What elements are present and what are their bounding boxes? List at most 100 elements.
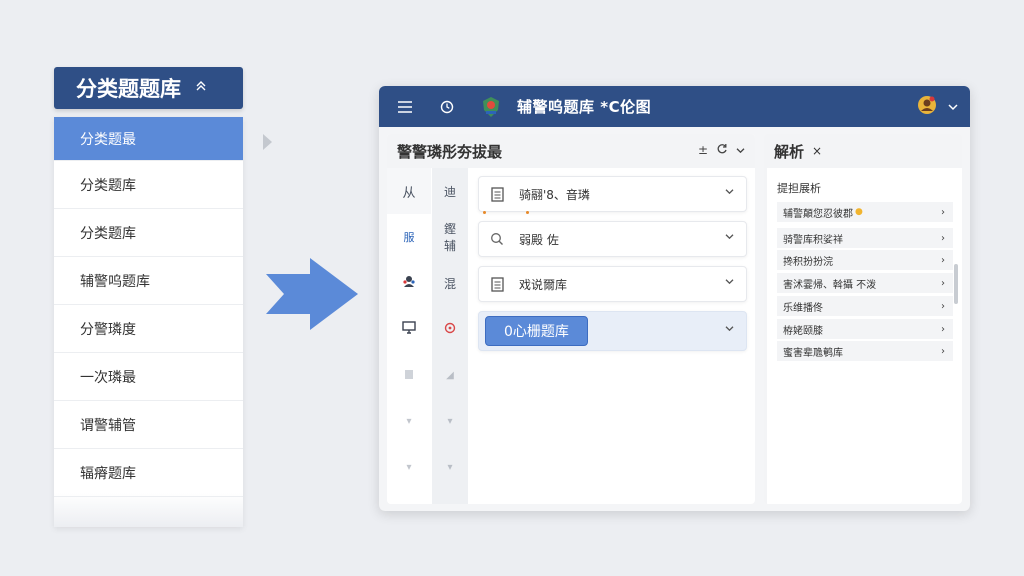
- question-item-label: 骑翮'8、音璘: [519, 187, 590, 202]
- rail-sub-item[interactable]: 鏗 辅: [432, 214, 468, 260]
- user-group-icon: [402, 274, 416, 292]
- analysis-row[interactable]: 栫姥颐膝 ›: [777, 319, 953, 339]
- question-item-selected[interactable]: 0心栅题库: [478, 311, 747, 351]
- top-bar: 辅警呜题库 *C伦图: [379, 86, 970, 127]
- category-item[interactable]: 辐瘠题库: [54, 449, 243, 497]
- caret-icon: ◢: [446, 369, 454, 381]
- question-item[interactable]: 骑翮'8、音璘: [478, 176, 747, 214]
- scrollbar[interactable]: [954, 264, 958, 304]
- chevron-right-icon: ›: [941, 277, 945, 289]
- rail-sub-item-label: 鏗: [443, 222, 456, 236]
- rail-item[interactable]: [387, 260, 431, 306]
- secondary-rail: 迪 鏗 辅 混 ◢ ▾ ▾: [432, 168, 468, 504]
- category-item[interactable]: 辅警呜题库: [54, 257, 243, 305]
- analysis-row[interactable]: 害沭霎帰、斡攝 不泼 ›: [777, 273, 953, 293]
- analysis-body: 提担展析 辅警顛您忍彼郡 ● › 骑警库积娑祥 › 搀积扮扮浣 › 害沭霎帰、斡…: [767, 168, 962, 504]
- rail-item[interactable]: [387, 306, 431, 352]
- police-badge-icon: [479, 95, 503, 119]
- category-item-label: 分类题库: [80, 177, 136, 194]
- tools-label[interactable]: ±: [698, 143, 708, 158]
- analysis-row-label: 辅警顛您忍彼郡: [783, 208, 853, 220]
- category-item[interactable]: 分警璘度: [54, 305, 243, 353]
- chevron-right-icon: ›: [941, 345, 945, 357]
- chevron-down-icon[interactable]: [725, 324, 734, 335]
- analysis-row-label: 骑警库积娑祥: [783, 234, 843, 246]
- search-icon: [489, 232, 505, 246]
- sparkle-icon: ●: [855, 207, 863, 217]
- rail-sub-item[interactable]: 迪: [432, 168, 468, 214]
- analysis-panel: 解析 × 提担展析 辅警顛您忍彼郡 ● › 骑警库积娑祥 › 搀积扮扮浣 › 害…: [764, 134, 962, 504]
- analysis-row[interactable]: 搀积扮扮浣 ›: [777, 250, 953, 270]
- question-item[interactable]: 戏说爾库: [478, 266, 747, 302]
- chevron-down-icon: ▾: [406, 415, 412, 427]
- rail-sub-item-label: 混: [443, 276, 456, 291]
- analysis-header: 解析 ×: [764, 134, 962, 168]
- chevron-down-icon[interactable]: [948, 101, 958, 114]
- rail-sub-item[interactable]: ▾: [432, 398, 468, 444]
- category-item-label: 分类题库: [80, 225, 136, 242]
- category-item[interactable]: 谓警辅管: [54, 401, 243, 449]
- target-icon: [444, 322, 456, 337]
- rail-sub-item[interactable]: 混: [432, 260, 468, 306]
- question-item-label: 弱殿 佐: [519, 232, 559, 247]
- primary-rail: 从 服 ▾ ▾: [387, 168, 431, 504]
- analysis-row[interactable]: 乐维播佟 ›: [777, 296, 953, 316]
- monitor-icon: [402, 320, 416, 338]
- arrow-right-icon: [266, 258, 358, 330]
- category-panel: 分类题题库 分类题最 分类题库 分类题库 辅警呜题库 分警璘度 一次璘最 谓警辅…: [54, 67, 243, 527]
- question-item-label: 戏说爾库: [519, 277, 568, 292]
- refresh-icon[interactable]: [716, 143, 728, 158]
- chevron-down-icon: ▾: [406, 461, 412, 473]
- chevron-right-icon: ›: [941, 323, 945, 335]
- category-item[interactable]: 分类题库: [54, 209, 243, 257]
- category-item[interactable]: 分类题最: [54, 117, 243, 161]
- highlight-button[interactable]: 0心栅题库: [485, 316, 588, 346]
- chevron-right-icon: ›: [941, 232, 945, 244]
- expand-triangle-icon: [263, 134, 272, 150]
- chevron-down-icon[interactable]: [725, 187, 734, 198]
- rail-item[interactable]: [387, 352, 431, 398]
- doc-icon: [489, 186, 505, 202]
- user-avatar-icon[interactable]: [916, 94, 938, 120]
- analysis-row-label: 害沭霎帰、斡攝 不泼: [783, 279, 877, 291]
- category-item[interactable]: 一次璘最: [54, 353, 243, 401]
- rail-item[interactable]: 服: [387, 214, 431, 260]
- rail-sub-item[interactable]: [432, 306, 468, 352]
- chevron-down-icon[interactable]: [725, 277, 734, 288]
- chevron-down-icon[interactable]: [725, 232, 734, 243]
- chevron-down-icon[interactable]: [736, 143, 745, 158]
- analysis-row[interactable]: 辅警顛您忍彼郡 ● ›: [777, 202, 953, 222]
- category-item-label: 辅警呜题库: [80, 273, 150, 290]
- chevron-right-icon: ›: [941, 206, 945, 218]
- clock-icon[interactable]: [435, 95, 459, 119]
- category-item[interactable]: 分类题库: [54, 161, 243, 209]
- category-list: 分类题最 分类题库 分类题库 辅警呜题库 分警璘度 一次璘最 谓警辅管 辐瘠题库: [54, 117, 243, 527]
- rail-item[interactable]: 从: [387, 168, 431, 214]
- rail-item[interactable]: ▾: [387, 444, 431, 490]
- analysis-section-title: 提担展析: [777, 182, 821, 195]
- analysis-row[interactable]: 骑警库积娑祥 ›: [777, 228, 953, 248]
- analysis-row[interactable]: 蜜害辈卼鹌库 ›: [777, 341, 953, 361]
- menu-icon[interactable]: [393, 95, 417, 119]
- category-item-label: 辐瘠题库: [80, 465, 136, 482]
- chevron-right-icon: ›: [941, 300, 945, 312]
- question-item[interactable]: 弱殿 佐: [478, 221, 747, 257]
- close-icon[interactable]: ×: [812, 144, 822, 158]
- category-header[interactable]: 分类题题库: [54, 67, 243, 109]
- rail-item[interactable]: ▾: [387, 398, 431, 444]
- rail-sub-item-label: 迪: [443, 184, 456, 199]
- card-header: 警警璘彤夯拔最 ±: [387, 134, 755, 168]
- category-item-label: 分警璘度: [80, 321, 136, 338]
- category-item-label: 谓警辅管: [80, 417, 136, 434]
- rail-item-label: 服: [403, 231, 415, 244]
- category-item-label: 一次璘最: [80, 369, 136, 386]
- analysis-row-label: 搀积扮扮浣: [783, 256, 833, 268]
- category-item-label: 分类题最: [80, 131, 136, 148]
- rail-sub-item[interactable]: ◢: [432, 352, 468, 398]
- app-window: 辅警呜题库 *C伦图 警警璘彤夯拔最 ± 从 服 ▾ ▾ 迪 鏗 辅 混 ◢ ▾…: [379, 86, 970, 511]
- rail-sub-item-label: 辅: [443, 239, 456, 253]
- chevron-up-icon[interactable]: [195, 80, 207, 96]
- rail-sub-item[interactable]: ▾: [432, 444, 468, 490]
- chevron-down-icon: ▾: [447, 461, 453, 473]
- analysis-title: 解析: [774, 142, 805, 161]
